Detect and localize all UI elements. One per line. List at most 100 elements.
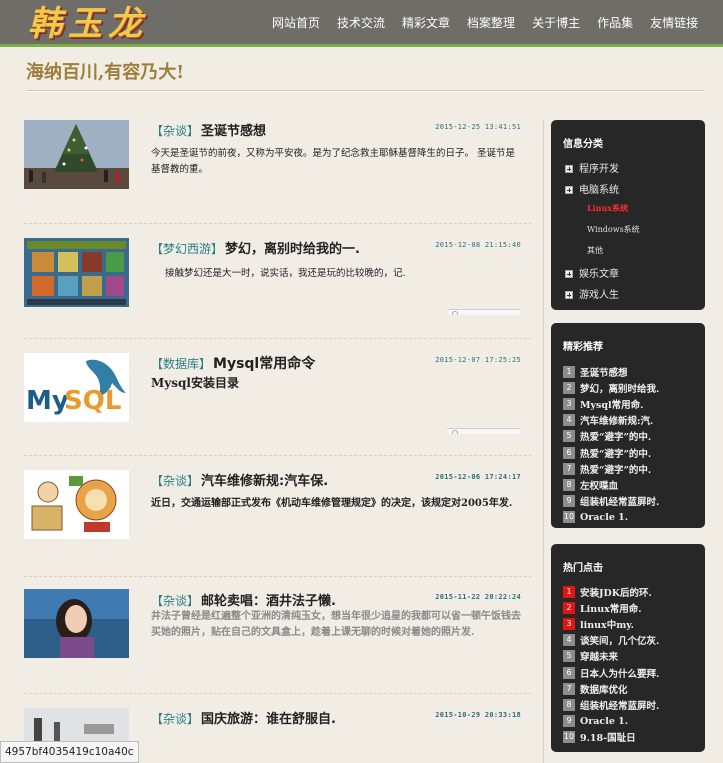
nav-links[interactable]: 友情链接 <box>650 0 698 47</box>
article-title[interactable]: 圣诞节感想 <box>201 124 266 139</box>
category-entertainment[interactable]: 娱乐文章 <box>565 265 619 280</box>
expand-icon[interactable] <box>565 291 573 299</box>
rank-number: 10 <box>563 731 575 744</box>
article-category[interactable]: 【杂谈】 <box>151 594 199 608</box>
mysql-logo[interactable]: My SQL <box>24 353 129 422</box>
site-slogan: 海纳百川,有容乃大! <box>26 62 185 83</box>
article-date: 2015-12-06 17:24:17 <box>435 473 521 481</box>
ranked-link[interactable]: 4 谈笑间，几个亿灰. <box>563 630 659 647</box>
ranked-link[interactable]: 2 Linux常用命. <box>563 597 642 615</box>
article-title[interactable]: 国庆旅游：谁在舒服自. <box>201 712 336 727</box>
expand-icon[interactable] <box>565 186 573 194</box>
subcategory-linux[interactable]: Linux系统 <box>587 203 628 214</box>
ranked-link[interactable]: 10 Oracle 1. <box>563 507 628 524</box>
nav-tech[interactable]: 技术交流 <box>337 0 385 47</box>
category-computer-system[interactable]: 电脑系统 <box>565 181 619 196</box>
rank-link-text[interactable]: 9.18-国耻日 <box>580 733 636 744</box>
christmas-tree-photo[interactable] <box>24 120 129 189</box>
article-item: 【杂谈】 汽车维修新规:汽车保. 2015-12-06 17:24:17 近日，交… <box>24 456 532 577</box>
article-title[interactable]: 邮轮卖唱：酒井法子懒. <box>201 594 336 609</box>
article-item: 【梦幻西游】 梦幻，离别时给我的一. 2015-12-08 21:15:40 接触… <box>24 224 532 339</box>
rank-link-text[interactable]: Oracle 1. <box>580 512 628 523</box>
nav-articles[interactable]: 精彩文章 <box>402 0 450 47</box>
nav-archive[interactable]: 档案整理 <box>467 0 515 47</box>
category-program-dev[interactable]: 程序开发 <box>565 160 619 175</box>
rank-number: 7 <box>563 462 575 475</box>
article-title[interactable]: Mysql常用命令 <box>213 356 315 372</box>
rank-number: 1 <box>563 585 575 598</box>
article-item: 【杂谈】 圣诞节感想 2015-12-25 13:41:51 今天是圣诞节的前夜，… <box>24 120 532 224</box>
rank-number: 6 <box>563 666 575 679</box>
article-title[interactable]: 汽车维修新规:汽车保. <box>201 474 328 489</box>
ranked-link[interactable]: 1 圣诞节感想 <box>563 361 628 379</box>
ranked-link[interactable]: 5 热爱“避字”的中. <box>563 426 651 443</box>
ranked-link[interactable]: 7 数据库优化 <box>563 678 628 696</box>
expand-icon[interactable] <box>565 165 573 173</box>
nav-about[interactable]: 关于博主 <box>532 0 580 47</box>
ranked-link[interactable]: 9 组装机经常蓝屏时. <box>563 491 659 508</box>
sidebar-divider <box>543 120 544 763</box>
rank-number: 3 <box>563 617 575 630</box>
recommend-panel: 精彩推荐 1 圣诞节感想 2 梦幻，离别时给我. 3 Mysql常用命. 4 汽车维修新规:汽… <box>551 323 705 528</box>
ranked-link[interactable]: 6 日本人为什么要拜. <box>563 662 659 680</box>
hot-panel: 热门点击 1 安装JDK后的环. 2 Linux常用命. 3 linux中my. 4 谈笑间，… <box>551 544 705 752</box>
subcategory-windows[interactable]: Windows系统 <box>587 224 640 235</box>
ranked-link[interactable]: 10 9.18-国耻日 <box>563 727 636 744</box>
ranked-link[interactable]: 7 热爱“避字”的中. <box>563 458 651 476</box>
ranked-link[interactable]: 8 左权喋血 <box>563 474 618 492</box>
ranked-link[interactable]: 5 穿越未来 <box>563 646 618 663</box>
article-excerpt: 今天是圣诞节的前夜，又称为平安夜。是为了纪念救主耶稣基督降生的日子。 圣诞节是基… <box>151 148 516 175</box>
ranked-link[interactable]: 2 梦幻，离别时给我. <box>563 377 659 395</box>
article-category[interactable]: 【杂谈】 <box>151 712 199 726</box>
article-item: My SQL 【数据库】 Mysql常用命令 2015-12-07 17:25:2… <box>24 339 532 456</box>
read-more-link[interactable] <box>447 309 520 315</box>
rank-link-text[interactable]: Oracle 1. <box>580 716 628 727</box>
rank-number: 8 <box>563 478 575 491</box>
rank-number: 2 <box>563 601 575 614</box>
article-category[interactable]: 【杂谈】 <box>151 124 199 138</box>
expand-icon[interactable] <box>565 270 573 278</box>
main-nav: 网站首页 技术交流 精彩文章 档案整理 关于博主 作品集 友情链接 <box>262 0 698 47</box>
article-date: 2015-12-25 13:41:51 <box>435 123 521 131</box>
ranked-link[interactable]: 6 热爱“避字”的中. <box>563 442 651 460</box>
article-list: 【杂谈】 圣诞节感想 2015-12-25 13:41:51 今天是圣诞节的前夜，… <box>24 120 532 754</box>
cartoon-illustration[interactable] <box>24 470 129 539</box>
article-title[interactable]: 梦幻，离别时给我的一. <box>225 242 360 257</box>
rank-number: 5 <box>563 430 575 443</box>
rank-number: 9 <box>563 715 575 728</box>
categories-title: 信息分类 <box>563 139 603 150</box>
portrait-photo[interactable] <box>24 589 129 658</box>
article-date: 2015-11-22 20:22:24 <box>435 593 521 601</box>
article-date: 2015-12-07 17:25:25 <box>435 356 521 364</box>
article-date: 2015-10-29 20:33:18 <box>435 711 521 719</box>
ranked-link[interactable]: 8 组装机经常蓝屏时. <box>563 694 659 712</box>
category-gaming[interactable]: 游戏人生 <box>565 286 619 301</box>
subcategory-other[interactable]: 其他 <box>587 245 603 256</box>
article-category[interactable]: 【梦幻西游】 <box>151 242 223 256</box>
divider <box>26 90 704 92</box>
article-excerpt: 近日，交通运输部正式发布《机动车维修管理规定》的决定，该规定对2005年发. <box>151 498 513 509</box>
ranked-link[interactable]: 3 Mysql常用命. <box>563 393 643 411</box>
svg-text:My: My <box>26 386 69 416</box>
categories-panel: 信息分类 程序开发 电脑系统 Linux系统 Windows系统 其他 娱乐文章… <box>551 120 705 310</box>
article-category[interactable]: 【数据库】 <box>151 357 211 371</box>
rank-number: 3 <box>563 397 575 410</box>
nav-home[interactable]: 网站首页 <box>272 0 320 47</box>
article-item: 【杂谈】 邮轮卖唱：酒井法子懒. 2015-11-22 20:22:24 井法子曾… <box>24 577 532 694</box>
rank-number: 5 <box>563 650 575 663</box>
site-logo[interactable]: 韩玉龙 <box>28 4 188 44</box>
rank-number: 4 <box>563 414 575 427</box>
rank-number: 8 <box>563 698 575 711</box>
article-excerpt: 井法子曾经是红遍整个亚洲的清纯玉女，想当年很少追星的我都可以省一顿午饭钱去买她的… <box>151 611 521 638</box>
rank-number: 1 <box>563 365 575 378</box>
ranked-link[interactable]: 1 安装JDK后的环. <box>563 581 652 599</box>
nav-works[interactable]: 作品集 <box>597 0 633 47</box>
svg-text:SQL: SQL <box>64 386 121 416</box>
game-screenshot[interactable] <box>24 238 129 307</box>
ranked-link[interactable]: 4 汽车维修新规:汽. <box>563 410 653 427</box>
read-more-link[interactable] <box>447 428 520 434</box>
ranked-link[interactable]: 3 linux中my. <box>563 613 634 631</box>
article-date: 2015-12-08 21:15:40 <box>435 241 521 249</box>
ranked-link[interactable]: 9 Oracle 1. <box>563 711 628 728</box>
article-category[interactable]: 【杂谈】 <box>151 474 199 488</box>
